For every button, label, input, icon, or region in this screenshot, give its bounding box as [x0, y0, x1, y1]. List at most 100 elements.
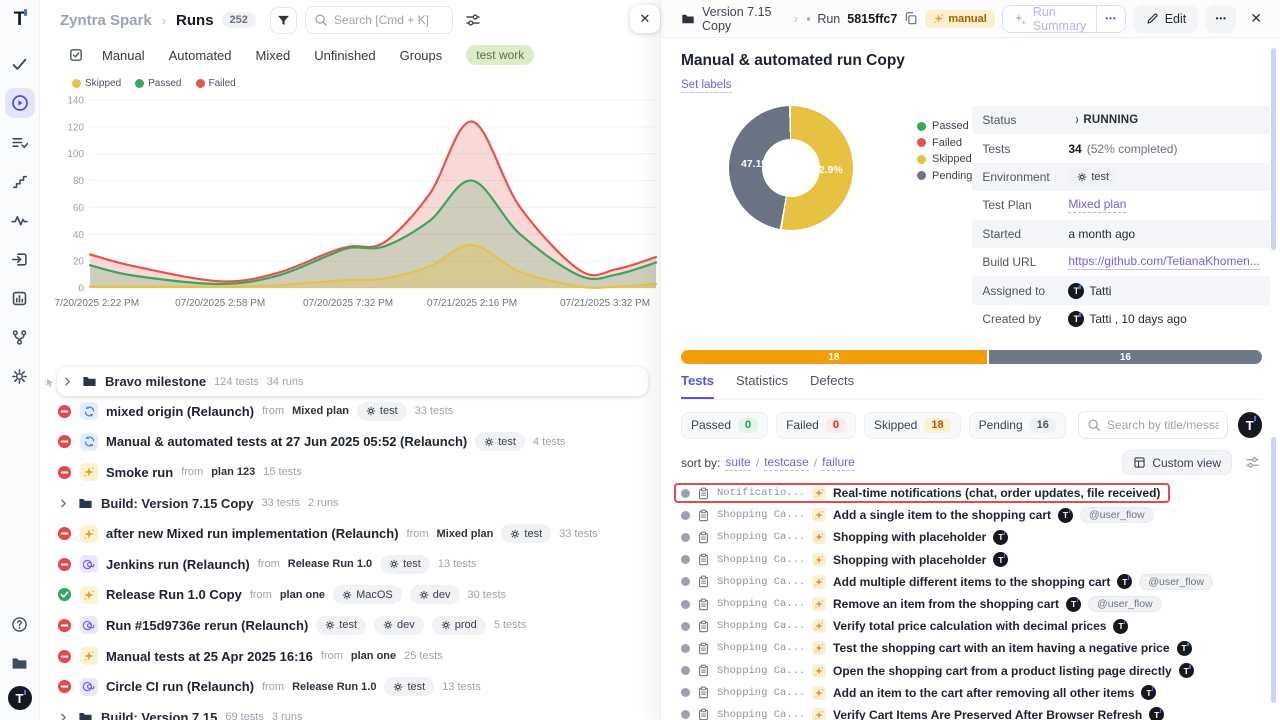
sidebar-item-help[interactable]: [5, 609, 35, 639]
tests-list-scrollbar[interactable]: [1271, 437, 1276, 703]
manual-test-icon: [812, 619, 826, 633]
env-badge-label: test: [339, 619, 357, 631]
test-row[interactable]: Shopping Ca... Add multiple different it…: [681, 571, 1262, 593]
sidebar-item-runs[interactable]: [5, 88, 35, 118]
sidebar-item-reports[interactable]: [5, 283, 35, 313]
tab-groups[interactable]: Groups: [400, 48, 443, 63]
sidebar-item-import[interactable]: [5, 244, 35, 274]
sort-by-failure[interactable]: failure: [822, 455, 855, 471]
tab-mixed[interactable]: Mixed: [256, 48, 291, 63]
sidebar-item-activity[interactable]: [5, 205, 35, 235]
run-summary-more-button[interactable]: •••: [1096, 6, 1124, 32]
run-group-row[interactable]: Bravo milestone 124 tests 34 runs: [57, 367, 648, 396]
run-tests-count: 25 tests: [404, 650, 443, 662]
sidebar-item-settings[interactable]: [5, 361, 35, 391]
sidebar-item-test-cases[interactable]: [5, 127, 35, 157]
sort-by-testcase[interactable]: testcase: [764, 455, 809, 471]
test-row[interactable]: Shopping Ca... Open the shopping cart fr…: [681, 660, 1262, 682]
run-plan-link[interactable]: plan one: [280, 589, 325, 601]
app-logo[interactable]: T: [0, 0, 39, 40]
list-settings-button[interactable]: [1245, 455, 1260, 470]
chevron-right-icon[interactable]: [57, 497, 70, 510]
run-group-row[interactable]: Build: Version 7.15 Copy 33 tests 2 runs: [57, 488, 660, 519]
build-url-link[interactable]: https://github.com/TetianaKhomen...: [1068, 254, 1259, 270]
group-runs-count: 3 runs: [272, 711, 303, 720]
filter-count: 0: [738, 418, 758, 433]
close-runs-panel-button[interactable]: ✕: [630, 5, 660, 33]
test-plan-link[interactable]: Mixed plan: [1068, 197, 1126, 213]
custom-view-button[interactable]: Custom view: [1122, 450, 1232, 475]
test-row[interactable]: Shopping Ca... Shopping with placeholder…: [681, 526, 1262, 548]
test-row[interactable]: Shopping Ca... Add an item to the cart a…: [681, 682, 1262, 704]
breadcrumb-project[interactable]: Zyntra Spark: [60, 12, 152, 29]
runs-search[interactable]: [305, 6, 453, 34]
test-row[interactable]: Shopping Ca... Shopping with placeholder…: [681, 549, 1262, 571]
user-avatar[interactable]: T: [8, 686, 32, 710]
blocked-status-icon: [57, 404, 72, 419]
tests-search[interactable]: [1078, 411, 1228, 439]
sidebar-item-branches[interactable]: [5, 322, 35, 352]
filter-failed[interactable]: Failed0: [776, 412, 856, 439]
test-row[interactable]: Shopping Ca... Verify total price calcul…: [681, 615, 1262, 637]
run-row[interactable]: Manual & automated tests at 27 Jun 2025 …: [57, 427, 660, 458]
tab-manual[interactable]: Manual: [102, 48, 145, 63]
run-row[interactable]: Release Run 1.0 Copy from plan one MacOS…: [57, 580, 660, 611]
tab-automated[interactable]: Automated: [169, 48, 232, 63]
select-all-toggle[interactable]: [68, 47, 84, 64]
chevron-right-icon[interactable]: [57, 711, 70, 720]
filter-pending[interactable]: Pending16: [969, 412, 1066, 439]
test-row[interactable]: Shopping Ca... Remove an item from the s…: [681, 593, 1262, 615]
test-row[interactable]: Shopping Ca... Verify Cart Items Are Pre…: [681, 704, 1262, 720]
run-row[interactable]: Smoke run from plan 123 15 tests: [57, 457, 660, 488]
runs-search-input[interactable]: [334, 13, 444, 27]
detail-tabs: Tests Statistics Defects: [681, 373, 1262, 400]
tag-filter-test-work[interactable]: test work: [466, 45, 534, 65]
run-plan-link[interactable]: Mixed plan: [292, 405, 349, 417]
run-plan-link[interactable]: Mixed plan: [437, 528, 494, 540]
manual-test-icon: [812, 641, 826, 655]
copy-run-id-button[interactable]: [904, 10, 918, 28]
env-badge: dev: [374, 616, 424, 635]
blocked-status-icon: [57, 649, 72, 664]
run-row[interactable]: Manual tests at 25 Apr 2025 16:16 from p…: [57, 641, 660, 672]
tab-tests[interactable]: Tests: [681, 373, 714, 399]
tab-defects[interactable]: Defects: [810, 373, 854, 399]
close-detail-button[interactable]: ✕: [1244, 8, 1268, 29]
tab-unfinished[interactable]: Unfinished: [314, 48, 375, 63]
legend-item-pending: Pending: [917, 168, 972, 185]
filter-button[interactable]: [270, 7, 297, 34]
run-plan-link[interactable]: Release Run 1.0: [292, 681, 376, 693]
more-actions-button[interactable]: •••: [1206, 5, 1236, 33]
sort-by-suite[interactable]: suite: [725, 455, 750, 471]
assignee-filter-avatar[interactable]: T: [1238, 412, 1262, 438]
sidebar-item-projects[interactable]: [5, 648, 35, 678]
run-row[interactable]: after new Mixed run implementation (Rela…: [57, 518, 660, 549]
test-row[interactable]: Shopping Ca... Add a single item to the …: [681, 504, 1262, 526]
set-labels-link[interactable]: Set labels: [681, 79, 732, 93]
runs-view-settings[interactable]: [465, 11, 481, 29]
run-plan-link[interactable]: Release Run 1.0: [288, 558, 372, 570]
detail-breadcrumb-folder[interactable]: Version 7.15 Copy: [702, 5, 785, 33]
run-row[interactable]: Run #15d9736e rerun (Relaunch) test dev …: [57, 610, 660, 641]
filter-skipped[interactable]: Skipped18: [864, 412, 961, 439]
sidebar-item-checks[interactable]: [5, 49, 35, 79]
panel-scrollbar[interactable]: [1271, 48, 1276, 250]
passed-status-icon: [57, 587, 72, 602]
clipboard-icon: [697, 664, 710, 677]
test-row[interactable]: Shopping Ca... Test the shopping cart wi…: [681, 637, 1262, 659]
run-row[interactable]: Jenkins run (Relaunch) from Release Run …: [57, 549, 660, 580]
sidebar-item-steps[interactable]: [5, 166, 35, 196]
run-group-row[interactable]: Build: Version 7.15 69 tests 3 runs: [57, 702, 660, 720]
run-row[interactable]: mixed origin (Relaunch) from Mixed plan …: [57, 396, 660, 427]
filter-passed[interactable]: Passed0: [681, 412, 768, 439]
tab-statistics[interactable]: Statistics: [736, 373, 788, 399]
clipboard-icon: [697, 708, 710, 720]
edit-button[interactable]: Edit: [1134, 5, 1199, 33]
chevron-right-icon[interactable]: [61, 375, 74, 388]
run-row[interactable]: Circle CI run (Relaunch) from Release Ru…: [57, 671, 660, 702]
run-summary-button[interactable]: Run Summary: [1003, 6, 1096, 32]
tests-search-input[interactable]: [1107, 418, 1219, 432]
test-row-highlighted[interactable]: Notificatio... Real-time notifications (…: [681, 482, 1262, 504]
run-plan-link[interactable]: plan 123: [211, 466, 255, 478]
run-plan-link[interactable]: plan one: [351, 650, 396, 662]
